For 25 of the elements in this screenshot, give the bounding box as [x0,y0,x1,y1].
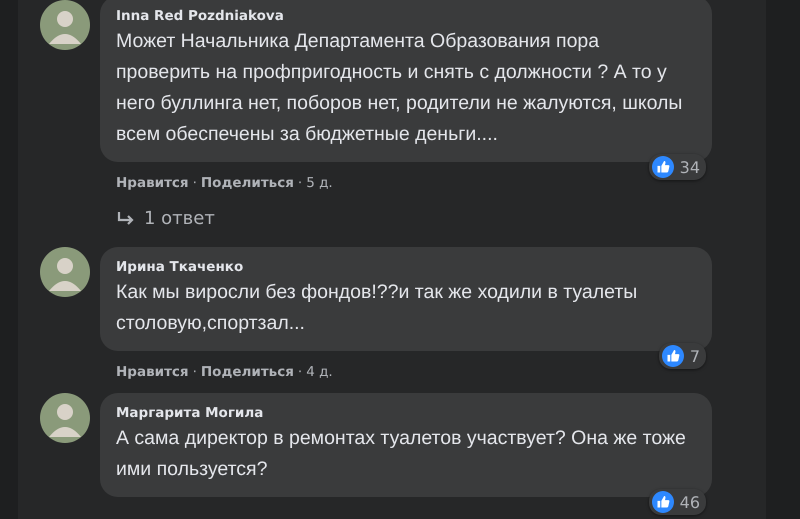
thumbs-up-icon [652,491,674,513]
action-link[interactable]: Поделиться [200,364,294,380]
comment-text: Может Начальника Департамента Образования пора проверить на профпригодность и снять с должности ? А то у него буллинга нет, поборов нет, родители не жалуются, школы всем обеспечены за бюджетные деньги.... [116,29,684,147]
reply-arrow-icon [116,210,136,226]
avatar[interactable] [40,0,90,50]
separator-dot: · [192,175,197,191]
action-link[interactable]: Нравится [116,364,189,380]
replies-link[interactable]: 1 ответ [116,208,215,229]
thumbs-up-icon [662,345,684,367]
reaction-badge[interactable]: 7 [658,343,706,369]
comment-text: А сама директор в ремонтах туалетов участвует? Она же тоже ими пользуется? [116,426,687,482]
reaction-badge[interactable]: 46 [648,489,706,515]
separator-dot: · [298,364,302,380]
action-link[interactable]: Поделиться [200,175,294,191]
thumbs-up-icon [652,156,674,178]
separator-dot: · [192,364,197,380]
author-name[interactable]: Inna Red Pozdniakova [116,6,696,26]
action-link[interactable]: Нравится [116,175,189,191]
comment-text: Как мы виросли без фондов!??и так же ходили в туалеты столовую,спортзал... [116,280,638,336]
author-name[interactable]: Ирина Ткаченко [116,257,696,277]
separator-dot: · [298,175,302,191]
reaction-badge[interactable]: 34 [648,154,706,180]
avatar[interactable] [40,393,90,443]
author-name[interactable]: Маргарита Могила [116,403,696,423]
avatar[interactable] [40,247,90,297]
